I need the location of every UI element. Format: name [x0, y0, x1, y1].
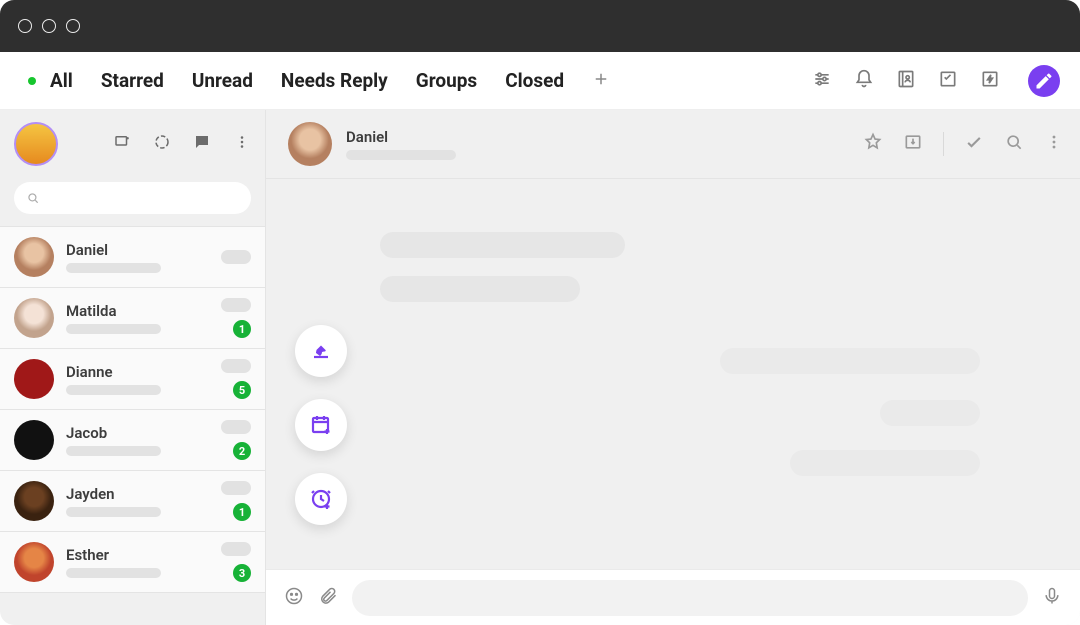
conversation-preview-placeholder	[66, 385, 161, 395]
share-icon	[309, 339, 333, 363]
kebab-icon[interactable]	[233, 133, 251, 155]
conversation-row[interactable]: Jacob 2	[0, 410, 265, 471]
app-window: All Starred Unread Needs Reply Groups Cl…	[0, 0, 1080, 625]
conversation-preview-placeholder	[66, 324, 161, 334]
conversation-name: Dianne	[66, 363, 209, 381]
sidebar-header	[0, 110, 265, 176]
conversation-list[interactable]: Daniel Matilda 1 Dianne 5 Jacob 2 Jayden 1 Esther…	[0, 226, 265, 625]
top-nav: All Starred Unread Needs Reply Groups Cl…	[0, 52, 1080, 110]
avatar	[14, 542, 54, 582]
quick-share-button[interactable]	[295, 325, 347, 377]
conversation-preview-placeholder	[66, 446, 161, 456]
conversation-time-placeholder	[221, 420, 251, 434]
conversation-preview-placeholder	[66, 263, 161, 273]
mic-icon[interactable]	[1042, 586, 1062, 610]
conversation-row[interactable]: Daniel	[0, 226, 265, 288]
avatar	[14, 237, 54, 277]
quick-snooze-button[interactable]	[295, 473, 347, 525]
tasks-icon[interactable]	[938, 69, 958, 93]
message-outgoing	[880, 400, 980, 426]
sidebar-search-input[interactable]	[14, 182, 251, 214]
contacts-icon[interactable]	[896, 69, 916, 93]
emoji-icon[interactable]	[284, 586, 304, 610]
conversation-time-placeholder	[221, 542, 251, 556]
sidebar: Daniel Matilda 1 Dianne 5 Jacob 2 Jayden 1 Esther…	[0, 110, 266, 625]
divider	[943, 132, 944, 156]
online-dot	[28, 77, 36, 85]
unread-badge: 1	[233, 320, 251, 338]
checkmark-icon[interactable]	[964, 132, 984, 156]
flash-icon[interactable]	[980, 69, 1000, 93]
message-outgoing	[790, 450, 980, 476]
archive-icon[interactable]	[903, 132, 923, 156]
conversation-time-placeholder	[221, 250, 251, 264]
unread-badge: 2	[233, 442, 251, 460]
tab-starred[interactable]: Starred	[101, 69, 164, 92]
chat-title: Daniel	[346, 128, 456, 146]
traffic-light-close[interactable]	[18, 19, 32, 33]
new-chat-icon[interactable]	[113, 133, 131, 155]
conversation-row[interactable]: Jayden 1	[0, 471, 265, 532]
search-icon	[26, 191, 40, 205]
conversation-name: Jayden	[66, 485, 209, 503]
tab-groups[interactable]: Groups	[416, 69, 477, 92]
conversation-time-placeholder	[221, 359, 251, 373]
conversation-row[interactable]: Dianne 5	[0, 349, 265, 410]
status-ring-icon[interactable]	[153, 133, 171, 155]
bell-icon[interactable]	[854, 69, 874, 93]
quick-actions	[295, 325, 347, 525]
chat-avatar[interactable]	[288, 122, 332, 166]
sidebar-search-wrap	[0, 176, 265, 226]
search-icon[interactable]	[1004, 132, 1024, 156]
conversation-preview-placeholder	[66, 568, 161, 578]
attach-icon[interactable]	[318, 586, 338, 610]
conversation-name: Daniel	[66, 241, 209, 259]
clock-add-icon	[309, 487, 333, 511]
quick-schedule-button[interactable]	[295, 399, 347, 451]
my-avatar[interactable]	[14, 122, 58, 166]
message-input[interactable]	[352, 580, 1028, 616]
messages-icon[interactable]	[193, 133, 211, 155]
calendar-add-icon	[309, 413, 333, 437]
message-incoming	[380, 232, 625, 258]
message-incoming	[380, 276, 580, 302]
star-icon[interactable]	[863, 132, 883, 156]
search-field[interactable]	[48, 191, 239, 206]
message-outgoing	[720, 348, 980, 374]
titlebar	[0, 0, 1080, 52]
traffic-light-min[interactable]	[42, 19, 56, 33]
tab-unread[interactable]: Unread	[192, 69, 253, 92]
avatar	[14, 298, 54, 338]
avatar	[14, 481, 54, 521]
chat-header: Daniel	[266, 110, 1080, 179]
conversation-row[interactable]: Esther 3	[0, 532, 265, 593]
conversation-name: Esther	[66, 546, 209, 564]
tab-needs-reply[interactable]: Needs Reply	[281, 69, 388, 92]
avatar	[14, 420, 54, 460]
traffic-light-max[interactable]	[66, 19, 80, 33]
conversation-name: Jacob	[66, 424, 209, 442]
conversation-preview-placeholder	[66, 507, 161, 517]
add-tab-button[interactable]	[592, 70, 610, 92]
tab-closed[interactable]: Closed	[505, 69, 564, 92]
conversation-name: Matilda	[66, 302, 209, 320]
conversation-time-placeholder	[221, 481, 251, 495]
filter-tabs: All Starred Unread Needs Reply Groups Cl…	[50, 69, 564, 92]
compose-button[interactable]	[1028, 65, 1060, 97]
chat-header-icons	[863, 132, 1064, 156]
nav-icons	[812, 65, 1060, 97]
chat-subtitle-placeholder	[346, 150, 456, 160]
unread-badge: 5	[233, 381, 251, 399]
conversation-time-placeholder	[221, 298, 251, 312]
conversation-row[interactable]: Matilda 1	[0, 288, 265, 349]
kebab-icon[interactable]	[1044, 132, 1064, 156]
filters-icon[interactable]	[812, 69, 832, 93]
avatar	[14, 359, 54, 399]
composer	[266, 569, 1080, 625]
tab-all[interactable]: All	[50, 69, 73, 92]
unread-badge: 1	[233, 503, 251, 521]
unread-badge: 3	[233, 564, 251, 582]
